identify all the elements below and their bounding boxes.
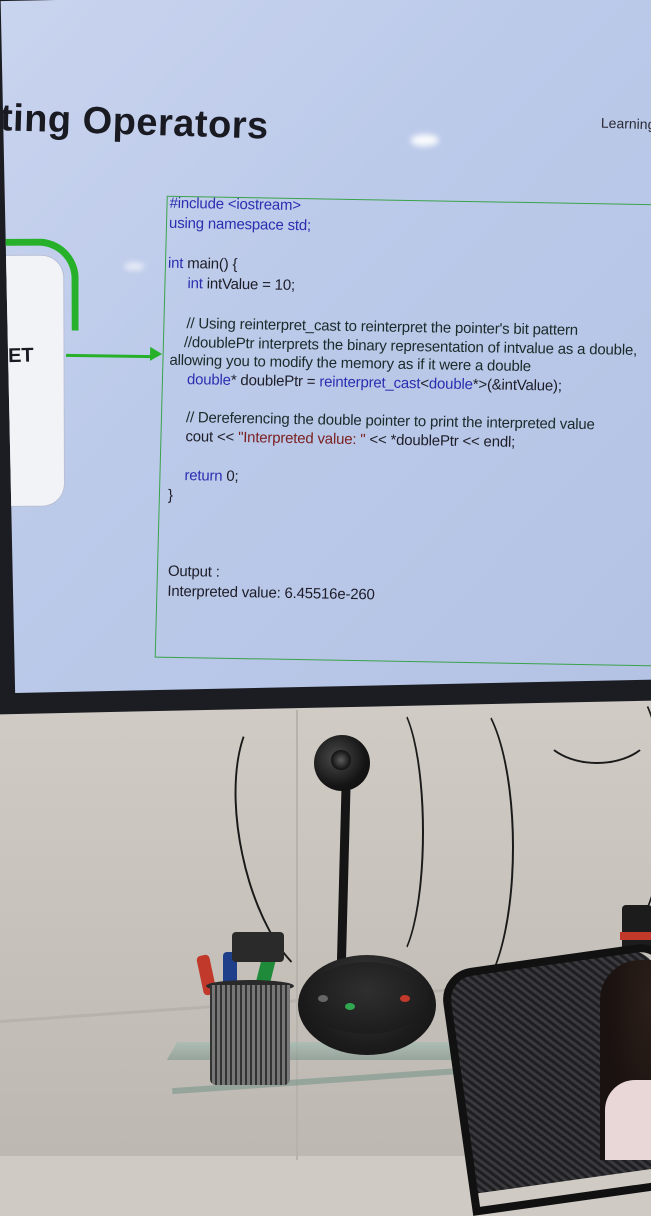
slide-brand-text: Learning & [600, 114, 651, 133]
code-line-1: #include <iostream> [169, 194, 302, 215]
screen-glare-small [124, 262, 145, 271]
code-line-close: } [167, 486, 173, 504]
bottle [622, 905, 651, 950]
speaker-button [400, 995, 410, 1002]
cable [420, 695, 514, 999]
eraser [232, 932, 284, 962]
person-shoulder [605, 1080, 651, 1160]
arrow-right-icon [149, 346, 163, 362]
code-line-4: int main() { [167, 254, 238, 273]
television: ting Operators Learning & ET #include <i… [0, 0, 651, 715]
diagram-card-accent [0, 238, 79, 331]
output-value: Interpreted value: 6.45516e-260 [167, 582, 375, 604]
tv-screen: ting Operators Learning & ET #include <i… [0, 0, 651, 694]
webcam-lens [331, 750, 351, 770]
speaker-button [318, 995, 328, 1002]
screen-glare [410, 134, 439, 147]
cable [360, 700, 424, 964]
speaker-button [345, 1003, 355, 1010]
code-line-return: return 0; [184, 467, 239, 486]
slide-title: ting Operators [0, 97, 270, 148]
code-line-2: using namespace std; [168, 214, 312, 235]
output-label: Output : [167, 562, 220, 581]
diagram-card-label: ET [7, 344, 34, 368]
code-line-cout: cout << "Interpreted value: " << *double… [185, 428, 516, 451]
code-line-5: int intValue = 10; [187, 275, 296, 294]
pen-cup-icon [210, 985, 290, 1085]
arrow-line [66, 353, 155, 359]
bottle-label [620, 932, 651, 940]
code-box: #include <iostream> using namespace std;… [154, 194, 651, 667]
